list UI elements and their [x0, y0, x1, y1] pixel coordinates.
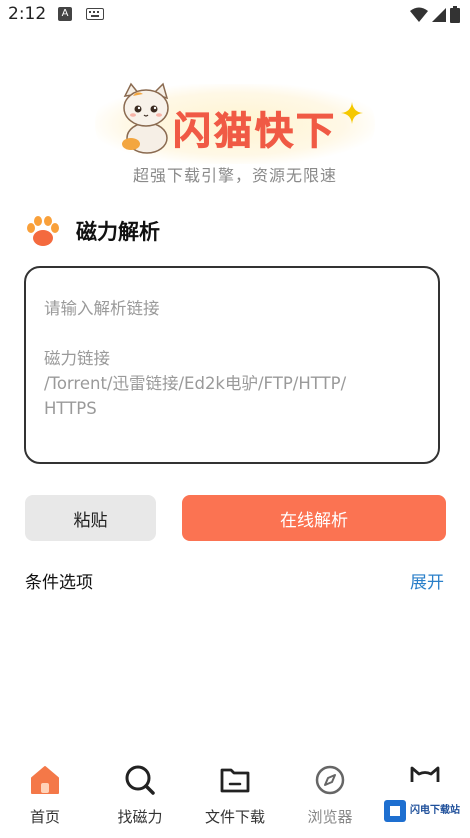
paste-button[interactable]: 粘贴: [25, 495, 156, 541]
nav-item-profile[interactable]: [380, 756, 470, 796]
app-logo: 闪猫快下: [95, 72, 375, 172]
app-subtitle: 超强下载引擎，资源无限速: [132, 166, 337, 185]
status-icons: [410, 6, 460, 23]
folder-icon: [220, 768, 250, 793]
battery-icon: [450, 6, 460, 23]
nav-label-file-download: 文件下载: [204, 808, 265, 826]
cat-icon: [410, 766, 440, 782]
a-badge-icon: A: [58, 7, 72, 21]
home-icon: [31, 766, 59, 794]
expand-conditions-link[interactable]: 展开: [410, 568, 444, 593]
search-icon: [125, 765, 155, 795]
nav-item-home[interactable]: 首页: [0, 756, 90, 827]
nav-label-browser: 浏览器: [307, 808, 353, 826]
cat-mascot-icon: [122, 82, 169, 154]
nav-label-home: 首页: [29, 808, 60, 826]
compass-icon: [315, 765, 345, 795]
conditions-label: 条件选项: [25, 573, 93, 593]
placeholder-rest: 磁力链接 /Torrent/迅雷链接/Ed2k电驴/FTP/HTTP/ HTTP…: [44, 349, 347, 418]
wifi-icon: [410, 7, 428, 22]
logo-text: 闪猫快下: [172, 109, 338, 154]
parse-online-button[interactable]: 在线解析: [182, 495, 446, 541]
placeholder-spacer: [44, 321, 424, 346]
status-time: 2:12: [8, 4, 47, 24]
nav-label-find-magnet: 找磁力: [117, 808, 163, 826]
link-input-textarea[interactable]: 请输入解析链接 磁力链接 /Torrent/迅雷链接/Ed2k电驴/FTP/HT…: [24, 266, 440, 464]
input-placeholder: 请输入解析链接 磁力链接 /Torrent/迅雷链接/Ed2k电驴/FTP/HT…: [44, 296, 424, 421]
sparkle-icon: [341, 102, 363, 124]
placeholder-line1: 请输入解析链接: [44, 299, 160, 318]
nav-item-find-magnet[interactable]: 找磁力: [95, 756, 185, 827]
watermark-title: 闪电下载站: [410, 805, 460, 816]
status-bar: 2:12 A: [0, 0, 470, 30]
paw-icon: [27, 216, 59, 246]
keyboard-icon: [86, 8, 104, 20]
nav-item-browser[interactable]: 浏览器: [285, 756, 375, 827]
nav-item-file-download[interactable]: 文件下载: [190, 756, 280, 827]
site-watermark: 闪电下载站: [384, 792, 470, 830]
section-header: 磁力解析: [24, 212, 160, 250]
signal-icon: [432, 7, 446, 22]
watermark-logo-icon: [384, 800, 406, 822]
section-title: 磁力解析: [76, 220, 160, 244]
